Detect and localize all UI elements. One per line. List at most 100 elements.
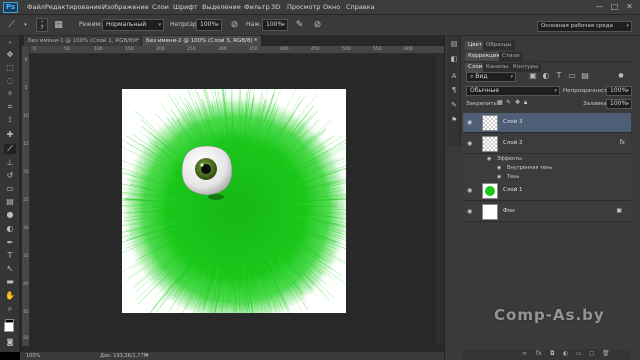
chevron-down-icon[interactable]: ▾ [19,19,32,31]
menu-filter[interactable]: Фильтр [244,3,270,11]
tab-swatches[interactable]: Образцы [483,41,515,50]
document-canvas[interactable] [122,89,346,313]
collapse-panel-icon[interactable]: » [4,38,16,48]
tab-styles[interactable]: Стили [499,52,523,61]
crop-tool-icon[interactable]: ⌗ [4,102,16,112]
add-mask-icon[interactable]: ◘ [550,350,555,357]
foreground-color-swatch-white[interactable] [4,322,14,332]
menu-edit[interactable]: Редактирование [45,3,102,11]
airbrush-icon[interactable]: ✎ [293,19,306,31]
layer-row[interactable]: ◉ Слой 3 [463,113,631,133]
pen-tool-icon[interactable]: ✒ [4,238,16,248]
mode-select[interactable]: Нормальный ▾ [102,19,164,31]
close-icon[interactable]: ✕ [133,36,138,46]
zoom-tool-icon[interactable]: ⌕ [4,304,16,314]
menu-view[interactable]: Просмотр [287,3,320,11]
blend-mode-select[interactable]: Обычные ▾ [466,86,560,96]
menu-window[interactable]: Окно [323,3,340,11]
tab-untitled-1[interactable]: Без имени-1 @ 100% (Слой 1, RGB/8) * ✕ [24,36,142,46]
effect-item-row[interactable]: ◉ Внутренняя тень [463,164,631,173]
menu-type[interactable]: Шрифт [173,3,198,11]
adjustment-layer-icon[interactable]: ◐ [563,350,568,357]
lock-all-icon[interactable]: 🔒︎ [524,99,527,107]
effects-row[interactable]: ◉ Эффекты [463,155,631,164]
eye-icon[interactable]: ◉ [497,165,501,171]
new-layer-icon[interactable]: ▢ [589,350,595,357]
layer-name[interactable]: Слой 2 [503,140,523,146]
brush-panel-icon[interactable]: ▦ [52,19,65,31]
smart-object-filter-icon[interactable]: ▤ [580,71,590,81]
paragraph-panel-icon[interactable]: ¶ [449,86,459,95]
fill-field[interactable]: 100% ▾ [606,99,632,109]
history-panel-icon[interactable]: ▤ [449,40,459,49]
eye-icon[interactable]: ◉ [467,140,472,147]
quick-mask-icon[interactable]: ◙ [4,337,16,347]
path-select-tool-icon[interactable]: ↖ [4,264,16,274]
workspace-select[interactable]: Основная рабочая среда ▾ [537,21,632,32]
marquee-tool-icon[interactable]: ⬚ [4,63,16,73]
quick-select-tool-icon[interactable]: ✧ [4,89,16,99]
eye-icon[interactable]: ◉ [467,119,472,126]
pressure-opacity-icon[interactable]: ⊘ [228,19,241,31]
eye-icon[interactable]: ◉ [487,156,491,162]
layer-row[interactable]: ◉ Слой 2 fx [463,134,631,154]
chevron-right-icon[interactable]: ▸ [146,352,149,358]
gradient-tool-icon[interactable]: ▤ [4,197,16,207]
lasso-tool-icon[interactable]: ◌ [4,76,16,86]
tab-untitled-2[interactable]: Без имени-2 @ 100% (Слой 3, RGB/8) * ✕ [142,36,262,46]
maximize-icon[interactable]: □ [608,1,621,12]
layer-name[interactable]: Слой 1 [503,187,523,193]
layer-opacity-field[interactable]: 100% ▾ [606,86,632,96]
menu-image[interactable]: Изображение [102,3,149,11]
dodge-tool-icon[interactable]: ◐ [4,224,16,234]
layer-kind-filter[interactable]: ⌕ Вид ▾ [466,72,516,82]
menu-help[interactable]: Справка [346,3,375,11]
shape-filter-icon[interactable]: ▭ [567,71,577,81]
tool-presets-icon[interactable]: ⚑ [449,116,459,125]
eraser-tool-icon[interactable]: ▭ [4,184,16,194]
fx-icon[interactable]: fx [619,139,625,146]
filter-toggle-icon[interactable]: ● [616,71,626,81]
tab-adjustments[interactable]: Коррекция [465,52,503,61]
eye-icon[interactable]: ◉ [467,208,472,215]
zoom-level[interactable]: 100% [26,353,40,359]
menu-select[interactable]: Выделение [202,3,241,11]
eyedropper-tool-icon[interactable]: ⟟ [4,115,16,125]
layer-name[interactable]: Слой 3 [503,119,523,125]
pixel-filter-icon[interactable]: ▣ [528,71,538,81]
flow-field[interactable]: 100% ▾ [262,19,288,31]
menu-3d[interactable]: 3D [271,3,280,11]
adjustment-filter-icon[interactable]: ◐ [541,71,551,81]
brush-size-preset[interactable]: • 7 [36,18,48,32]
move-tool-icon[interactable]: ✥ [4,50,16,60]
text-panel-icon[interactable]: A [449,72,459,81]
clone-stamp-tool-icon[interactable]: ⊥ [4,158,16,168]
trash-icon[interactable]: 🗑︎ [602,350,610,357]
layer-row[interactable]: ◉ Фон ▣ [463,202,631,222]
properties-panel-icon[interactable]: ◧ [449,55,459,64]
blur-tool-icon[interactable]: ● [4,210,16,220]
lock-position-icon[interactable]: ✥ [515,99,520,106]
tab-channels[interactable]: Каналы [483,63,512,72]
shape-tool-icon[interactable]: ▬ [4,277,16,287]
healing-brush-tool-icon[interactable]: ✚ [4,130,16,140]
pressure-size-icon[interactable]: ⊘ [311,19,324,31]
link-layers-icon[interactable]: ∞ [522,350,527,357]
type-tool-icon[interactable]: T [4,251,16,261]
lock-pixels-icon[interactable]: ✎ [506,99,511,106]
hand-tool-icon[interactable]: ✋ [4,291,16,301]
eye-icon[interactable]: ◉ [497,174,501,180]
menu-file[interactable]: Файл [27,3,45,11]
fx-icon[interactable]: fx [536,350,542,357]
lock-transparency-icon[interactable]: ▦ [497,99,503,106]
close-icon[interactable]: ✕ [253,36,258,46]
layer-name[interactable]: Фон [503,208,515,214]
layer-row[interactable]: ◉ Слой 1 [463,181,631,201]
type-filter-icon[interactable]: T [554,71,564,81]
close-icon[interactable]: ✕ [623,1,636,12]
eye-icon[interactable]: ◉ [467,187,472,194]
menu-layers[interactable]: Слои [152,3,169,11]
minimize-icon[interactable]: — [593,1,606,12]
brush-tool-icon[interactable]: ⟋ [4,144,16,154]
brush-tool-icon[interactable]: ⟋ [5,19,18,31]
